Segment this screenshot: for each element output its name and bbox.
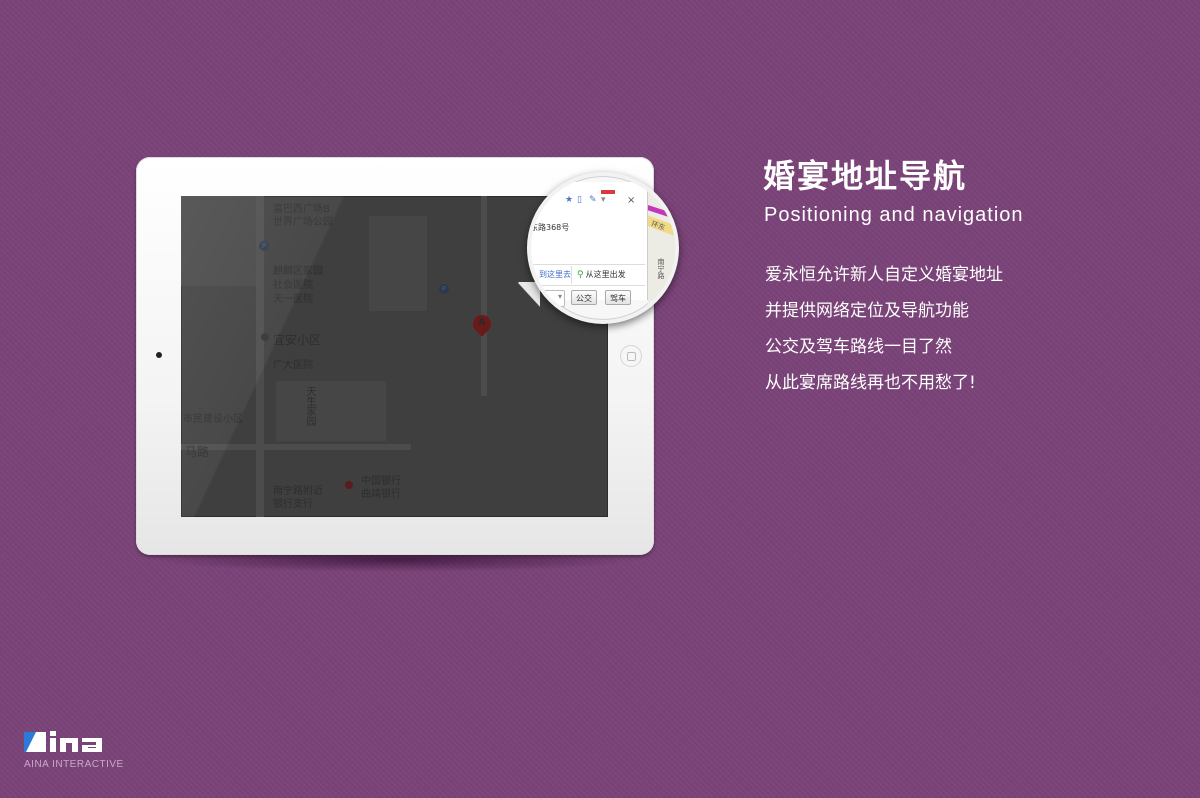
map-road bbox=[181, 444, 411, 450]
phone-icon[interactable]: ▯ bbox=[577, 194, 582, 206]
map-label: 中国银行 bbox=[361, 476, 401, 487]
pin-letter: A bbox=[478, 317, 486, 328]
tab-from-here-label: 从这里出发 bbox=[585, 270, 626, 279]
info-popup: ★ ▯ ✎ ▾ × 东路368号 到这里去 ⚲从这里出发 公交 驾车 bbox=[530, 182, 648, 307]
star-icon[interactable]: ★ bbox=[565, 194, 573, 206]
road-label: 南宁路 bbox=[657, 258, 665, 279]
map-block bbox=[369, 216, 427, 311]
description-line: 并提供网络定位及导航功能 bbox=[765, 301, 969, 321]
map-label: 天一医院 bbox=[273, 294, 313, 305]
route-select[interactable] bbox=[531, 290, 565, 307]
map-label: 富巴西广场B bbox=[273, 204, 330, 215]
map-label: 社会医院 bbox=[273, 280, 313, 291]
parking-icon: P bbox=[259, 241, 269, 251]
drive-button[interactable]: 驾车 bbox=[605, 290, 631, 305]
close-icon[interactable]: × bbox=[627, 195, 635, 206]
camera-dot bbox=[156, 352, 162, 358]
magnifier-lens: 环东 南宁路 ★ ▯ ✎ ▾ × 东路368号 到这里去 ⚲从这里出发 公交 驾… bbox=[527, 172, 679, 324]
description-line: 爱永恒允许新人自定义婚宴地址 bbox=[765, 265, 1003, 285]
magnified-map bbox=[648, 176, 675, 320]
map-road bbox=[481, 196, 487, 396]
dropdown-icon[interactable]: ▾ bbox=[601, 194, 606, 206]
map-block bbox=[276, 381, 386, 441]
divider bbox=[531, 285, 645, 286]
description-line: 公交及驾车路线一目了然 bbox=[765, 337, 952, 357]
map-label: 广大医院 bbox=[273, 360, 313, 371]
brand-subtitle: AINA INTERACTIVE bbox=[24, 759, 124, 770]
description-line: 从此宴席路线再也不用愁了! bbox=[765, 373, 976, 393]
tab-from-here[interactable]: ⚲ 从这里出发 bbox=[577, 266, 647, 284]
home-button[interactable] bbox=[620, 345, 642, 367]
popup-address: 东路368号 bbox=[530, 223, 570, 232]
page-subtitle: Positioning and navigation bbox=[764, 204, 1024, 226]
map-label: 麒麟区家园 bbox=[273, 266, 323, 277]
map-label: 曲靖银行 bbox=[361, 489, 401, 500]
poi-dot-icon bbox=[261, 333, 269, 341]
green-pin-icon: ⚲ bbox=[577, 270, 584, 280]
map-block bbox=[181, 196, 256, 286]
page-title: 婚宴地址导航 bbox=[763, 157, 968, 195]
aina-logo bbox=[24, 731, 102, 752]
map-label: 宜安小区 bbox=[273, 333, 322, 347]
divider bbox=[531, 264, 645, 265]
map-label: 天生家园 bbox=[304, 386, 315, 426]
map-label: 市民建设小区 bbox=[183, 414, 243, 425]
parking-icon: P bbox=[439, 284, 449, 294]
tab-to-here[interactable]: 到这里去 bbox=[531, 266, 572, 284]
map-label: 世界广场公园 bbox=[273, 217, 333, 228]
map-label: 银行支行 bbox=[273, 499, 313, 510]
bus-button[interactable]: 公交 bbox=[571, 290, 597, 305]
map-label: 马路 bbox=[185, 445, 210, 459]
map-label: 南宁路附近 bbox=[273, 486, 323, 497]
edit-icon[interactable]: ✎ bbox=[589, 194, 597, 206]
bank-poi-icon bbox=[345, 481, 353, 489]
